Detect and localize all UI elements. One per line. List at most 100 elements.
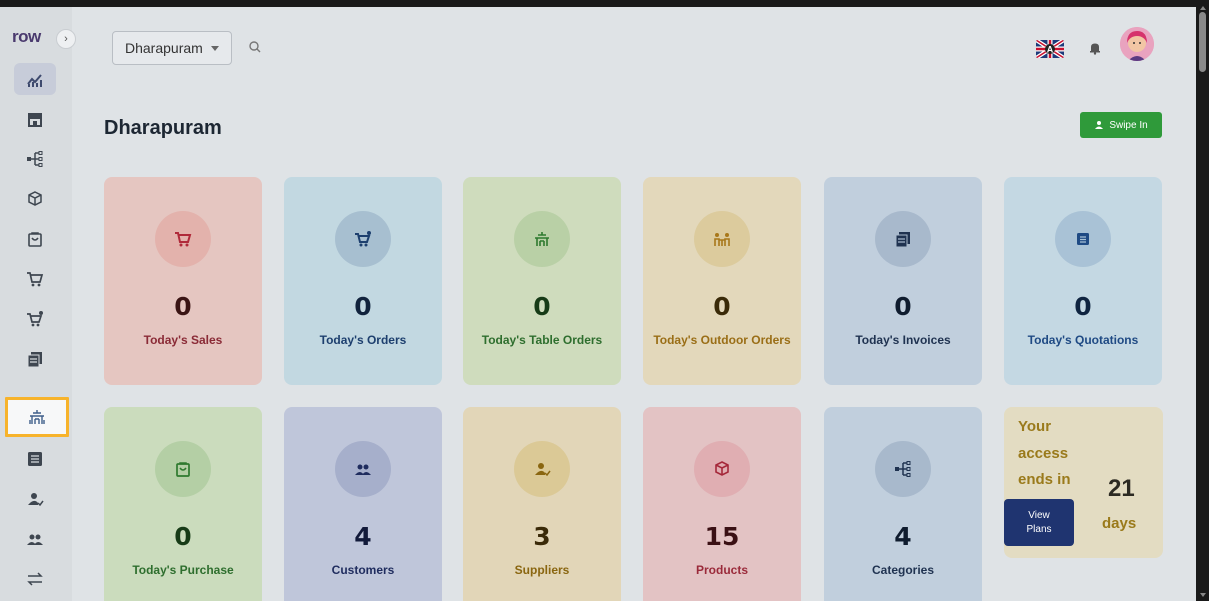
card-label: Products xyxy=(695,563,748,577)
bag-icon xyxy=(28,232,42,247)
card-customers[interactable]: 4 Customers xyxy=(284,407,442,601)
sidebar-item-invoices[interactable] xyxy=(14,343,56,375)
card-label: Today's Orders xyxy=(319,333,407,347)
categories-icon xyxy=(875,441,931,497)
card-value: 0 xyxy=(354,292,372,321)
days-remaining-number: 21 xyxy=(1108,475,1135,502)
sidebar-item-sales[interactable] xyxy=(14,263,56,295)
page-title: Dharapuram xyxy=(104,117,222,139)
sidebar-item-purchase[interactable] xyxy=(14,223,56,255)
scroll-down-icon[interactable] xyxy=(1200,593,1206,597)
sidebar-item-transfers[interactable] xyxy=(14,563,56,595)
card-todays-quotations[interactable]: 0 Today's Quotations xyxy=(1004,177,1162,385)
card-value: 0 xyxy=(894,292,912,321)
swipe-in-button[interactable]: Swipe In xyxy=(1080,112,1162,138)
card-label: Today's Invoices xyxy=(855,333,951,347)
card-suppliers[interactable]: 3 Suppliers xyxy=(463,407,621,601)
access-text-line: access xyxy=(1018,445,1069,462)
language-flag-icon[interactable]: A xyxy=(1036,40,1064,58)
transfer-icon xyxy=(27,572,43,586)
access-text-line: ends in xyxy=(1018,471,1071,488)
days-remaining-label: days xyxy=(1102,515,1137,532)
suppliers-icon xyxy=(514,441,570,497)
bell-icon[interactable] xyxy=(1088,41,1102,55)
store-icon xyxy=(28,113,42,127)
sidebar: row › xyxy=(0,7,76,601)
card-value: 0 xyxy=(533,292,551,321)
location-select-value: Dharapuram xyxy=(125,40,203,56)
sidebar-item-dashboard[interactable] xyxy=(14,63,56,95)
sidebar-item-orders[interactable] xyxy=(14,303,56,335)
card-label: Suppliers xyxy=(514,563,570,577)
invoice-icon xyxy=(27,352,42,368)
view-plans-label-line2: Plans xyxy=(1026,523,1052,535)
card-todays-orders[interactable]: 0 Today's Orders xyxy=(284,177,442,385)
list-box-icon xyxy=(28,452,42,466)
card-value: 0 xyxy=(1074,292,1092,321)
search-icon[interactable] xyxy=(248,40,262,54)
quotation-icon xyxy=(1055,211,1111,267)
cube-icon xyxy=(28,191,42,206)
swipe-in-label: Swipe In xyxy=(1109,119,1148,131)
sidebar-item-suppliers[interactable] xyxy=(14,483,56,515)
location-select[interactable]: Dharapuram xyxy=(112,31,232,65)
invoice-icon xyxy=(875,211,931,267)
card-todays-sales[interactable]: 0 Today's Sales xyxy=(104,177,262,385)
table-icon xyxy=(29,410,45,424)
scroll-thumb[interactable] xyxy=(1199,12,1206,72)
card-categories[interactable]: 4 Categories xyxy=(824,407,982,601)
card-value: 4 xyxy=(354,522,372,551)
product-icon xyxy=(694,441,750,497)
cart-plus-icon xyxy=(335,211,391,267)
hierarchy-icon xyxy=(27,151,43,167)
avatar[interactable] xyxy=(1120,27,1154,61)
app-logo[interactable]: row xyxy=(12,27,41,47)
sidebar-item-customers[interactable] xyxy=(14,523,56,555)
app-window: row › Dharapuram A Dharapuram Swipe In 0… xyxy=(0,7,1196,601)
sidebar-item-quotations[interactable] xyxy=(14,443,56,475)
sidebar-item-table-orders[interactable] xyxy=(5,397,69,437)
card-label: Today's Purchase xyxy=(132,563,234,577)
card-todays-table-orders[interactable]: 0 Today's Table Orders xyxy=(463,177,621,385)
card-value: 0 xyxy=(174,522,192,551)
card-label: Customers xyxy=(331,563,395,577)
access-expiry-card: Your access ends in 21 days View Plans xyxy=(1004,407,1163,558)
person-check-icon xyxy=(28,493,44,507)
card-label: Today's Outdoor Orders xyxy=(653,333,791,347)
card-todays-invoices[interactable]: 0 Today's Invoices xyxy=(824,177,982,385)
dashboard-icon xyxy=(27,74,42,87)
cart-icon xyxy=(27,272,44,287)
cart-icon xyxy=(155,211,211,267)
customers-icon xyxy=(335,441,391,497)
access-text-line: Your xyxy=(1018,418,1052,435)
card-label: Today's Table Orders xyxy=(481,333,603,347)
card-label: Categories xyxy=(871,563,935,577)
svg-text:A: A xyxy=(1047,45,1054,55)
sidebar-item-categories[interactable] xyxy=(14,143,56,175)
sidebar-item-store[interactable] xyxy=(14,103,56,135)
scroll-up-icon[interactable] xyxy=(1200,6,1206,10)
sidebar-collapse-button[interactable]: › xyxy=(56,29,76,49)
chevron-down-icon xyxy=(210,45,219,51)
card-value: 15 xyxy=(704,522,740,551)
card-todays-purchase[interactable]: 0 Today's Purchase xyxy=(104,407,262,601)
card-label: Today's Sales xyxy=(143,333,223,347)
card-todays-outdoor-orders[interactable]: 0 Today's Outdoor Orders xyxy=(643,177,801,385)
browser-top-strip xyxy=(0,0,1209,7)
purchase-icon xyxy=(155,441,211,497)
sidebar-item-products[interactable] xyxy=(14,183,56,215)
view-plans-button[interactable]: View Plans xyxy=(1004,499,1074,546)
scrollbar[interactable] xyxy=(1196,0,1209,601)
table-icon xyxy=(514,211,570,267)
card-value: 0 xyxy=(713,292,731,321)
card-products[interactable]: 15 Products xyxy=(643,407,801,601)
outdoor-icon xyxy=(694,211,750,267)
card-label: Today's Quotations xyxy=(1027,333,1139,347)
person-icon xyxy=(1095,121,1104,129)
card-value: 4 xyxy=(894,522,912,551)
card-value: 3 xyxy=(533,522,551,551)
view-plans-label-line1: View xyxy=(1028,509,1050,521)
card-value: 0 xyxy=(174,292,192,321)
people-icon xyxy=(27,534,43,545)
cart-plus-icon xyxy=(27,311,43,327)
